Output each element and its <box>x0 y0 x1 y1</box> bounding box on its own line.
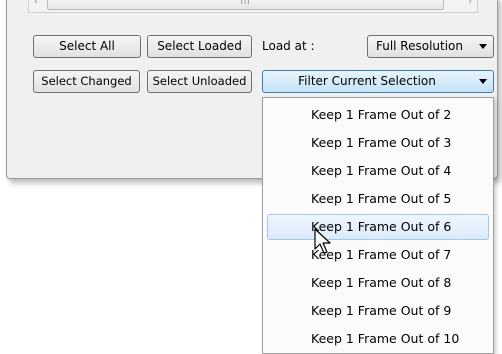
filter-option-9[interactable]: Keep 1 Frame Out of 9 <box>267 298 489 324</box>
load-resolution-select[interactable]: Full Resolution <box>367 35 494 58</box>
select-changed-button[interactable]: Select Changed <box>33 70 140 93</box>
filter-selection-select[interactable]: Filter Current Selection <box>262 70 494 93</box>
select-loaded-button[interactable]: Select Loaded <box>147 35 252 58</box>
scroll-left-icon[interactable]: ‹ <box>34 0 38 7</box>
chevron-down-icon <box>479 44 487 49</box>
select-all-button[interactable]: Select All <box>33 35 141 58</box>
horizontal-scrollbar[interactable]: ‹ III › <box>28 0 478 13</box>
scroll-right-icon[interactable]: › <box>468 0 472 7</box>
select-unloaded-button[interactable]: Select Unloaded <box>147 70 252 93</box>
filter-option-10[interactable]: Keep 1 Frame Out of 10 <box>267 326 489 352</box>
filter-selection-value: Filter Current Selection <box>298 74 436 88</box>
filter-option-3[interactable]: Keep 1 Frame Out of 3 <box>267 130 489 156</box>
filter-option-2[interactable]: Keep 1 Frame Out of 2 <box>267 102 489 128</box>
filter-option-4[interactable]: Keep 1 Frame Out of 4 <box>267 158 489 184</box>
filter-option-6[interactable]: Keep 1 Frame Out of 6 <box>267 214 489 240</box>
load-at-label: Load at : <box>262 39 315 53</box>
load-resolution-value: Full Resolution <box>375 39 464 53</box>
arrow-cursor-icon <box>314 228 331 254</box>
scrollbar-thumb[interactable]: III <box>47 0 444 10</box>
filter-option-5[interactable]: Keep 1 Frame Out of 5 <box>267 186 489 212</box>
filter-option-8[interactable]: Keep 1 Frame Out of 8 <box>267 270 489 296</box>
chevron-down-icon <box>479 79 487 84</box>
filter-options-list: Keep 1 Frame Out of 2 Keep 1 Frame Out o… <box>262 97 494 354</box>
filter-option-7[interactable]: Keep 1 Frame Out of 7 <box>267 242 489 268</box>
